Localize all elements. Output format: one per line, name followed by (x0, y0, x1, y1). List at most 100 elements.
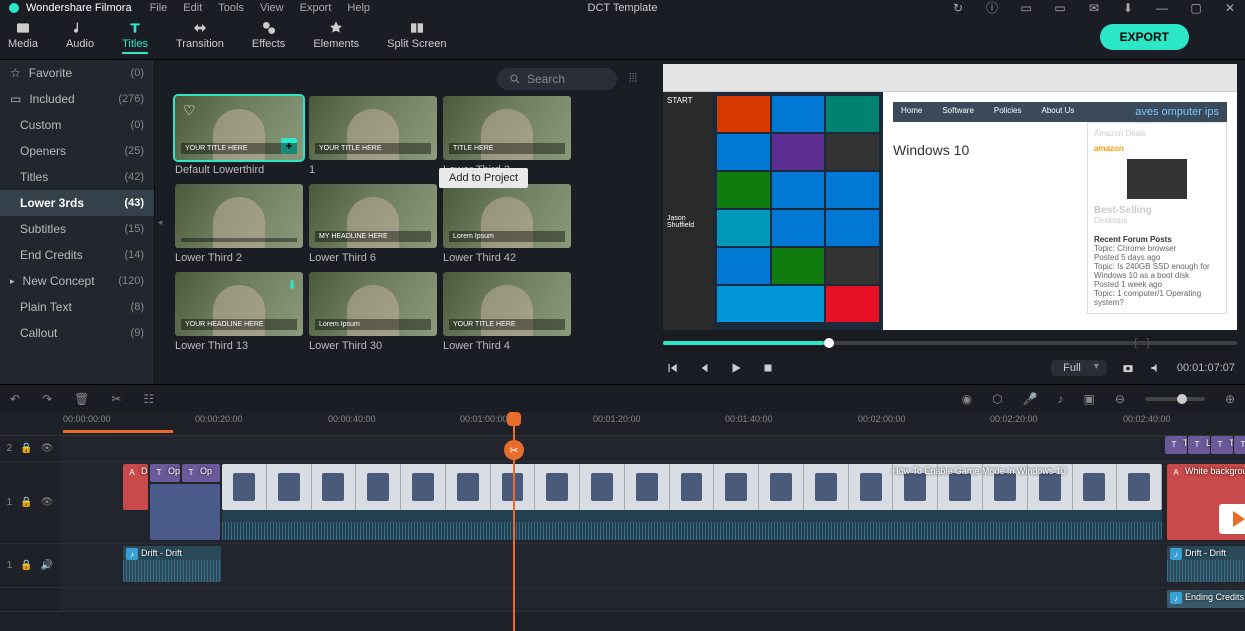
title-clip[interactable]: TLo (1234, 436, 1245, 454)
snapshot-icon[interactable] (1121, 361, 1135, 375)
sidebar-item-new-concept[interactable]: ▸New Concept(120) (0, 268, 154, 294)
stop-button[interactable] (761, 361, 775, 375)
zoom-knob[interactable] (1177, 394, 1187, 404)
track-head-extra[interactable] (0, 588, 60, 611)
title-thumb[interactable]: ♡ + YOUR TITLE HERE Default Lowerthird (175, 96, 303, 176)
render-icon[interactable]: ◉ (962, 392, 972, 406)
maximize-icon[interactable]: ▢ (1189, 1, 1203, 15)
search-input[interactable]: Search (497, 68, 617, 90)
title-thumb[interactable]: MY HEADLINE HERE Lower Third 6 (309, 184, 437, 264)
audio-clip[interactable]: ♪Drift - Drift (1167, 546, 1245, 582)
inbox-icon[interactable]: ✉ (1087, 1, 1101, 15)
prev-frame-button[interactable] (665, 361, 679, 375)
tab-elements[interactable]: Elements (313, 20, 359, 54)
play-button[interactable] (729, 361, 743, 375)
menu-help[interactable]: Help (347, 2, 370, 14)
title-thumb[interactable]: TITLE HERE Lower Third 3 (443, 96, 571, 176)
playhead[interactable]: ✂ (513, 412, 515, 631)
window-icon-2[interactable]: ▭ (1053, 1, 1067, 15)
tab-audio[interactable]: Audio (66, 20, 94, 54)
crop-icon[interactable]: ▣ (1084, 392, 1095, 406)
menu-edit[interactable]: Edit (183, 2, 202, 14)
volume-icon[interactable] (1149, 361, 1163, 375)
main-video-clip[interactable]: How To Enable Game Mode In Windows 10 (222, 464, 1162, 510)
sidebar-item-included[interactable]: ▭Included(276) (0, 86, 154, 112)
sidebar-item-custom[interactable]: Custom(0) (0, 112, 154, 138)
title-track[interactable]: TTTLoTTTLoTT Op (60, 436, 1245, 461)
lock-icon[interactable]: 🔒 (20, 560, 32, 571)
export-button[interactable]: EXPORT (1100, 24, 1189, 50)
title-thumb[interactable]: Lower Third 2 (175, 184, 303, 264)
menu-tools[interactable]: Tools (218, 2, 244, 14)
tab-media[interactable]: Media (8, 20, 38, 54)
window-icon-1[interactable]: ▭ (1019, 1, 1033, 15)
zoom-out-icon[interactable]: ⊖ (1115, 392, 1125, 406)
download-icon[interactable]: ⬇ (1121, 1, 1135, 15)
minimize-icon[interactable]: — (1155, 1, 1169, 15)
cut-icon[interactable]: ✂ (111, 392, 121, 406)
preview-video[interactable]: STARTJason Shuffield Home Software Polic… (663, 64, 1237, 330)
lock-icon[interactable]: 🔒 (20, 497, 32, 508)
tab-transition[interactable]: Transition (176, 20, 224, 54)
sidebar-item-plain-text[interactable]: Plain Text(8) (0, 294, 154, 320)
tab-effects[interactable]: Effects (252, 20, 285, 54)
video-track[interactable]: ADav TOp TOp How To Enable Game Mode In … (60, 462, 1245, 543)
sidebar-item-titles[interactable]: Titles(42) (0, 164, 154, 190)
title-clip[interactable]: TLo (1188, 436, 1210, 454)
sidebar-item-lower-3rds[interactable]: Lower 3rds(43) (0, 190, 154, 216)
audio-track[interactable]: ♪Drift - Drift ♪Drift - Drift (60, 544, 1245, 587)
title-thumb[interactable]: Lorem Ipsum Lower Third 30 (309, 272, 437, 352)
audio-mixer-icon[interactable]: ♪ (1058, 392, 1064, 406)
lock-icon[interactable]: 🔒 (20, 443, 32, 454)
audio-clip[interactable]: ♪Drift - Drift (123, 546, 221, 582)
scrubber-handle[interactable] (824, 338, 834, 348)
favorite-icon[interactable]: ♡ (183, 102, 196, 119)
title-clip[interactable]: TT (1165, 436, 1187, 454)
title-thumb[interactable]: Lorem Ipsum Lower Third 42 (443, 184, 571, 264)
undo-icon[interactable]: ↶ (10, 392, 20, 406)
title-thumb[interactable]: YOUR TITLE HERE 1 (309, 96, 437, 176)
sidebar-item-end-credits[interactable]: End Credits(14) (0, 242, 154, 268)
voiceover-icon[interactable]: 🎤 (1023, 392, 1038, 406)
mute-icon[interactable]: 🔊 (41, 560, 53, 571)
visibility-icon[interactable]: 👁 (41, 497, 54, 508)
track-head-audio[interactable]: 1🔒🔊 (0, 544, 60, 587)
timeline-ruler[interactable]: 00:00:00:0000:00:20:0000:00:40:0000:01:0… (0, 412, 1245, 436)
download-icon[interactable]: ⬇ (287, 278, 297, 292)
track-head-1[interactable]: 1🔒👁 (0, 462, 60, 543)
delete-icon[interactable]: 🗑 (74, 392, 89, 406)
playhead-scissor-icon[interactable]: ✂ (504, 440, 524, 460)
menu-file[interactable]: File (150, 2, 168, 14)
forum-item: Topic: Chrome browser (1094, 244, 1220, 253)
zoom-in-icon[interactable]: ⊕ (1225, 392, 1235, 406)
zoom-slider[interactable] (1145, 397, 1205, 401)
work-area-marker[interactable] (63, 430, 173, 433)
tab-split-screen[interactable]: Split Screen (387, 20, 446, 54)
visibility-icon[interactable]: 👁 (41, 443, 54, 454)
white-bg-clip[interactable]: AWhite background (1167, 464, 1245, 540)
title-thumb[interactable]: ⬇ YOUR HEADLINE HERE Lower Third 13 (175, 272, 303, 352)
tab-titles[interactable]: Titles (122, 20, 148, 54)
extra-track[interactable]: ♪Ending Credits (60, 588, 1245, 611)
title-clip[interactable]: TT (1211, 436, 1233, 454)
title-thumb[interactable]: YOUR TITLE HERE Lower Third 4 (443, 272, 571, 352)
preview-quality-select[interactable]: Full (1051, 360, 1107, 376)
sidebar-item-callout[interactable]: Callout(9) (0, 320, 154, 346)
collapse-sidebar-button[interactable]: ◂ (155, 60, 165, 384)
info-icon[interactable]: ⓘ (985, 1, 999, 15)
sidebar-item-favorite[interactable]: ☆Favorite(0) (0, 60, 154, 86)
preview-scrubber[interactable]: { } (663, 334, 1237, 352)
sync-icon[interactable]: ↻ (951, 1, 965, 15)
marker-icon[interactable]: ⬡ (992, 392, 1002, 406)
sidebar-item-openers[interactable]: Openers(25) (0, 138, 154, 164)
menu-export[interactable]: Export (300, 2, 332, 14)
redo-icon[interactable]: ↷ (42, 392, 52, 406)
track-head-2[interactable]: 2🔒👁 (0, 436, 60, 461)
sidebar-item-subtitles[interactable]: Subtitles(15) (0, 216, 154, 242)
close-icon[interactable]: ✕ (1223, 1, 1237, 15)
menu-view[interactable]: View (260, 2, 284, 14)
grid-view-icon[interactable]: ⦙⦙⦙ (629, 71, 645, 87)
step-back-button[interactable] (697, 361, 711, 375)
settings-icon[interactable]: ☷ (143, 392, 154, 406)
timeline[interactable]: 00:00:00:0000:00:20:0000:00:40:0000:01:0… (0, 412, 1245, 631)
